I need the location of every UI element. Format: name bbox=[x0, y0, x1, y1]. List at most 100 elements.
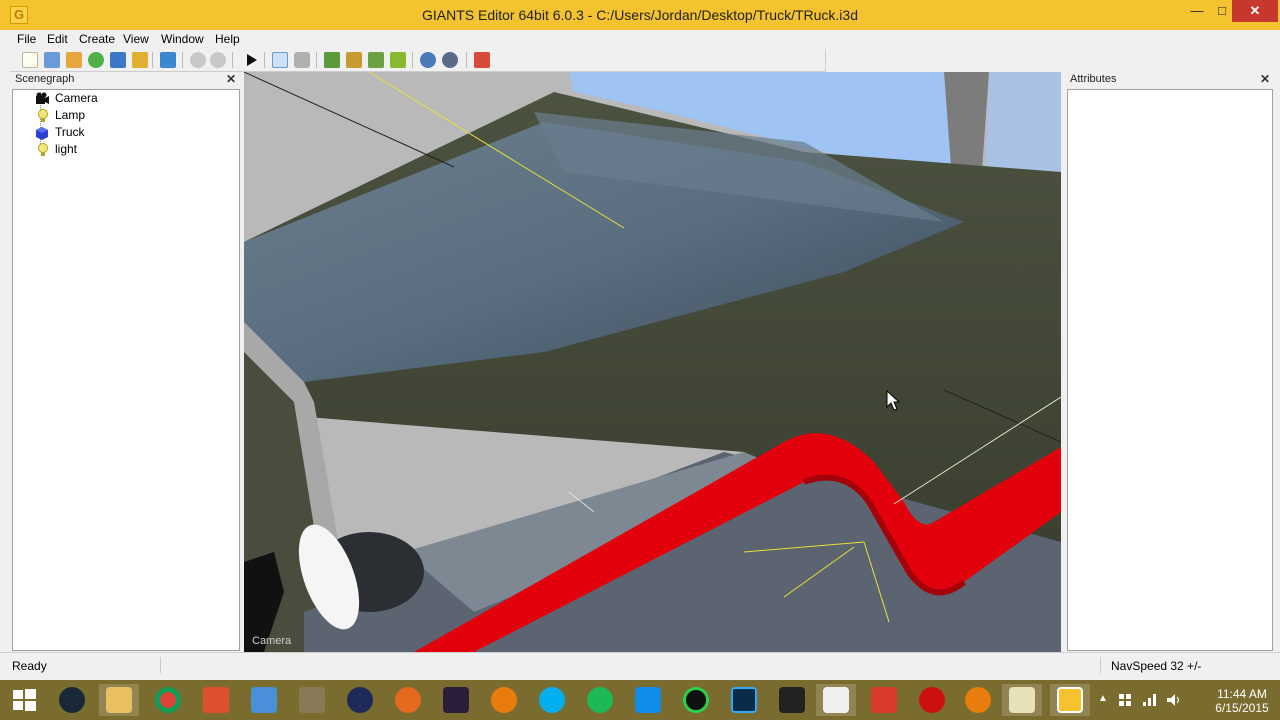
attributes-header: Attributes ✕ bbox=[1066, 72, 1274, 88]
taskbar: ▲ 11:44 AM 6/15/2015 bbox=[0, 680, 1280, 720]
scenegraph-header: Scenegraph ✕ bbox=[11, 72, 240, 88]
taskbar-file-explorer[interactable] bbox=[99, 684, 139, 716]
scenegraph-panel: Camera Lamp Truck light bbox=[12, 89, 240, 651]
taskbar-paint[interactable] bbox=[196, 684, 236, 716]
attributes-close-button[interactable]: ✕ bbox=[1260, 72, 1270, 86]
viewport-camera-label: Camera bbox=[252, 635, 292, 647]
taskbar-movie-maker[interactable] bbox=[772, 684, 812, 716]
firefox-icon bbox=[395, 687, 421, 713]
spotify-icon bbox=[587, 687, 613, 713]
attributes-title: Attributes bbox=[1070, 73, 1117, 85]
taskbar-gimp[interactable] bbox=[292, 684, 332, 716]
mouse-cursor-icon bbox=[886, 390, 900, 411]
action-center-icon[interactable] bbox=[1118, 693, 1132, 707]
menu-help[interactable]: Help bbox=[215, 32, 240, 46]
menu-create[interactable]: Create bbox=[79, 32, 115, 46]
giants-chart-icon bbox=[1009, 687, 1035, 713]
cinema4d-icon bbox=[347, 687, 373, 713]
camera-icon bbox=[36, 92, 49, 104]
after-effects-icon bbox=[443, 687, 469, 713]
scenegraph-close-button[interactable]: ✕ bbox=[226, 72, 236, 86]
script-icon[interactable] bbox=[474, 52, 490, 68]
main-toolbar bbox=[10, 49, 826, 72]
open-file-icon[interactable] bbox=[44, 52, 60, 68]
taskbar-teamviewer[interactable] bbox=[628, 684, 668, 716]
movie-maker-icon bbox=[779, 687, 805, 713]
import-icon[interactable] bbox=[160, 52, 176, 68]
scenegraph-title: Scenegraph bbox=[15, 73, 75, 85]
teamviewer-icon bbox=[635, 687, 661, 713]
magnet-icon[interactable] bbox=[294, 52, 310, 68]
taskbar-control-panel[interactable] bbox=[244, 684, 284, 716]
taskbar-steam[interactable] bbox=[52, 684, 92, 716]
close-button[interactable]: ✕ bbox=[1232, 0, 1278, 22]
taskbar-after-effects[interactable] bbox=[436, 684, 476, 716]
taskbar-chrome[interactable] bbox=[148, 684, 188, 716]
light-bulb-icon bbox=[38, 143, 48, 156]
terrain-icon[interactable] bbox=[324, 52, 340, 68]
select-icon[interactable] bbox=[272, 52, 288, 68]
play-icon[interactable] bbox=[244, 52, 260, 68]
taskbar-firefox[interactable] bbox=[388, 684, 428, 716]
settings-icon[interactable] bbox=[420, 52, 436, 68]
start-icon bbox=[13, 689, 36, 711]
reload-icon[interactable] bbox=[88, 52, 104, 68]
3d-viewport[interactable]: Camera bbox=[244, 72, 1061, 652]
attributes-panel bbox=[1067, 89, 1273, 651]
menu-view[interactable]: View bbox=[123, 32, 149, 46]
menu-edit[interactable]: Edit bbox=[47, 32, 68, 46]
menu-bar: File Edit Create View Window Help bbox=[0, 30, 1280, 49]
taskbar-word[interactable] bbox=[816, 684, 856, 716]
paint-icon[interactable] bbox=[346, 52, 362, 68]
blender-icon bbox=[491, 687, 517, 713]
taskbar-blender[interactable] bbox=[484, 684, 524, 716]
photoshop-icon bbox=[731, 687, 757, 713]
gimp-icon bbox=[299, 687, 325, 713]
taskbar-skype[interactable] bbox=[532, 684, 572, 716]
taskbar-giants-editor[interactable] bbox=[1050, 684, 1090, 716]
taskbar-obs[interactable] bbox=[676, 684, 716, 716]
redo-icon[interactable] bbox=[210, 52, 226, 68]
taskbar-giants-chart[interactable] bbox=[1002, 684, 1042, 716]
file-explorer-icon bbox=[106, 687, 132, 713]
control-panel-icon bbox=[251, 687, 277, 713]
viewport-scene bbox=[244, 72, 1061, 652]
settings-alt-icon[interactable] bbox=[442, 52, 458, 68]
start-button[interactable] bbox=[4, 684, 44, 716]
edit-icon[interactable] bbox=[66, 52, 82, 68]
status-ready: Ready bbox=[12, 659, 47, 673]
taskbar-spotify[interactable] bbox=[580, 684, 620, 716]
giants-editor-icon bbox=[1057, 687, 1083, 713]
taskbar-clock[interactable]: 11:44 AM 6/15/2015 bbox=[1210, 687, 1274, 715]
save-icon[interactable] bbox=[110, 52, 126, 68]
record-icon bbox=[919, 687, 945, 713]
title-bar: G GIANTS Editor 64bit 6.0.3 - C:/Users/J… bbox=[0, 0, 1280, 30]
status-bar: Ready NavSpeed 32 +/- bbox=[0, 652, 1280, 678]
skype-icon bbox=[539, 687, 565, 713]
network-icon[interactable] bbox=[1142, 693, 1158, 707]
menu-file[interactable]: File bbox=[17, 32, 36, 46]
light-bulb-icon bbox=[38, 109, 48, 122]
taskbar-cinema4d[interactable] bbox=[340, 684, 380, 716]
steam-icon bbox=[59, 687, 85, 713]
taskbar-photoshop[interactable] bbox=[724, 684, 764, 716]
taskbar-blender-alt[interactable] bbox=[958, 684, 998, 716]
shape-cube-icon bbox=[36, 127, 48, 140]
obs-icon bbox=[683, 687, 709, 713]
tray-expand-icon[interactable]: ▲ bbox=[1098, 693, 1108, 704]
taskbar-record[interactable] bbox=[912, 684, 952, 716]
new-file-icon[interactable] bbox=[22, 52, 38, 68]
blender-alt-icon bbox=[965, 687, 991, 713]
clock-time: 11:44 AM bbox=[1217, 687, 1267, 701]
volume-icon[interactable] bbox=[1166, 693, 1182, 707]
foliage-icon[interactable] bbox=[368, 52, 384, 68]
status-navspeed: NavSpeed 32 +/- bbox=[1111, 659, 1202, 673]
paint-icon bbox=[203, 687, 229, 713]
export-icon[interactable] bbox=[132, 52, 148, 68]
taskbar-sketchup[interactable] bbox=[864, 684, 904, 716]
clock-date: 6/15/2015 bbox=[1215, 701, 1269, 715]
chrome-icon bbox=[155, 687, 181, 713]
plant-icon[interactable] bbox=[390, 52, 406, 68]
menu-window[interactable]: Window bbox=[161, 32, 204, 46]
undo-icon[interactable] bbox=[190, 52, 206, 68]
